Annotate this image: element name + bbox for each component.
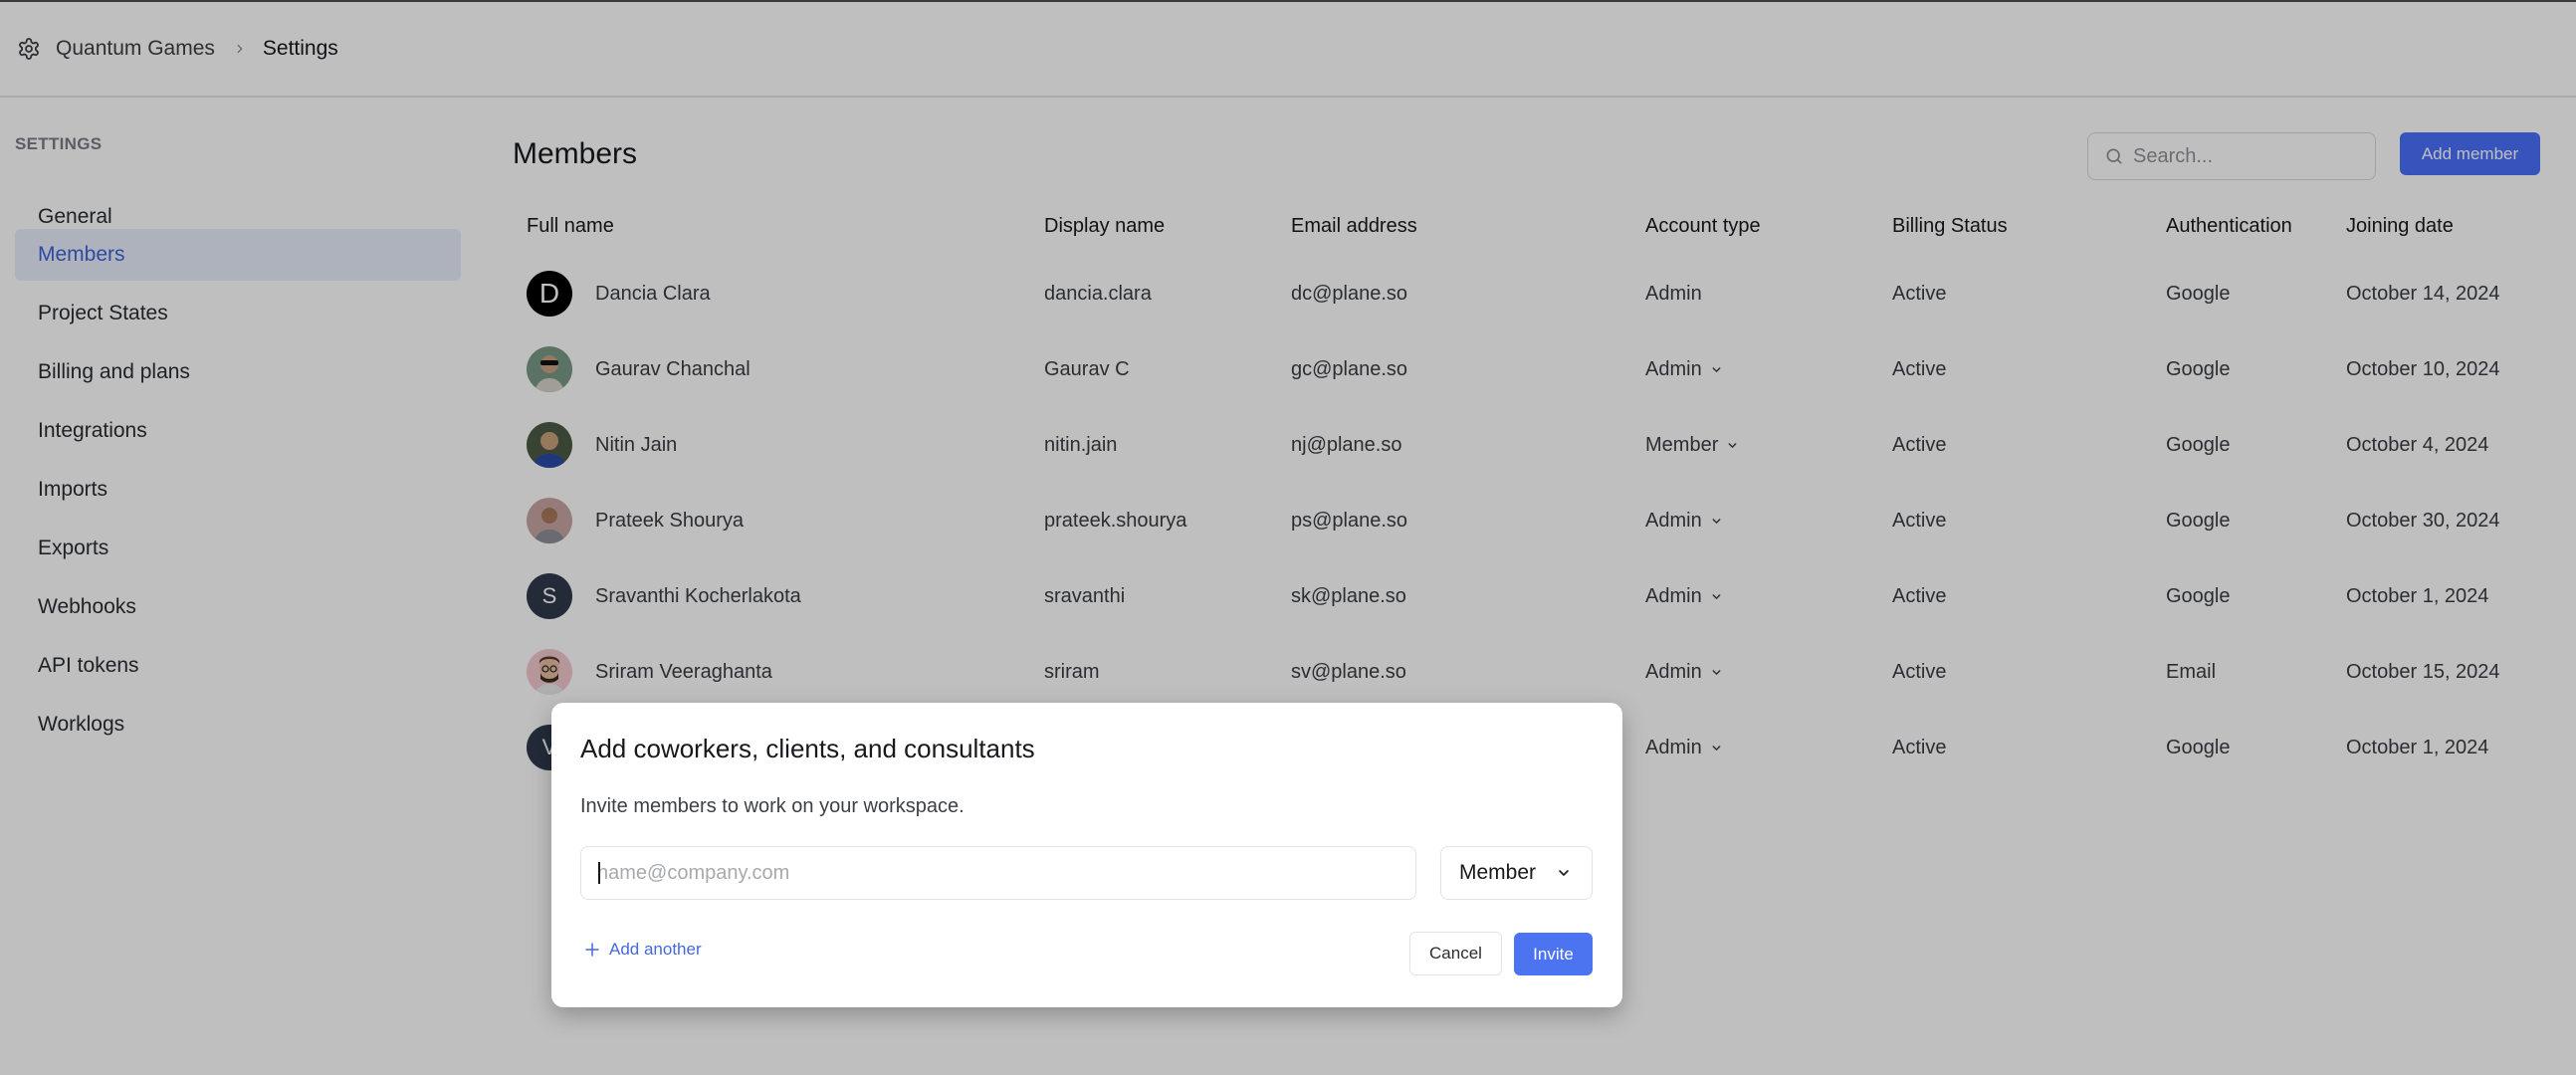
chevron-down-icon bbox=[1556, 865, 1572, 881]
add-another-label: Add another bbox=[609, 940, 702, 959]
add-another-button[interactable]: Add another bbox=[583, 940, 702, 960]
text-cursor bbox=[598, 862, 600, 884]
modal-title: Add coworkers, clients, and consultants bbox=[580, 734, 1035, 763]
invite-members-modal: Add coworkers, clients, and consultants … bbox=[551, 703, 1622, 1007]
plus-icon bbox=[583, 941, 601, 959]
role-select[interactable]: Member bbox=[1440, 846, 1593, 900]
modal-description: Invite members to work on your workspace… bbox=[580, 795, 965, 817]
invite-button[interactable]: Invite bbox=[1514, 933, 1593, 975]
window-top-edge bbox=[0, 0, 2576, 2]
cancel-button[interactable]: Cancel bbox=[1409, 932, 1502, 975]
role-select-value: Member bbox=[1459, 861, 1537, 884]
email-input[interactable] bbox=[580, 846, 1416, 900]
